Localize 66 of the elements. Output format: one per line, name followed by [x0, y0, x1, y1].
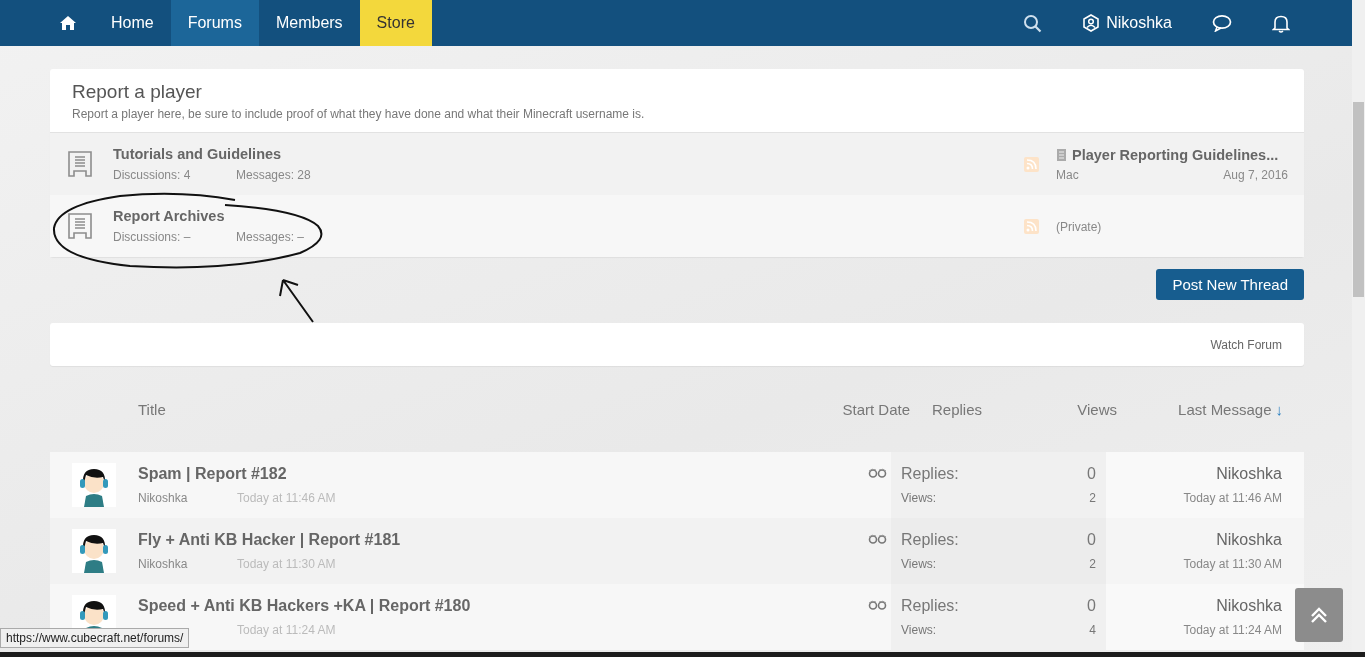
views-label: Views: [901, 557, 937, 571]
thread-author[interactable]: Nikoshka [138, 491, 237, 505]
nav-tab[interactable]: Forums [170, 0, 259, 46]
thread-title-link[interactable]: Fly + Anti KB Hacker | Report #181 [138, 531, 868, 549]
scroll-to-top-button[interactable] [1295, 588, 1343, 642]
forum-description: Report a player here, be sure to include proof of what they have done and what their Minecraft username is. [72, 107, 646, 121]
views-label: Views: [901, 491, 937, 505]
home-icon [59, 15, 77, 31]
view-count: 2 [1089, 557, 1096, 571]
message-count: Messages: – [236, 230, 306, 244]
search-icon[interactable] [1023, 13, 1043, 33]
last-message-author[interactable]: Nikoshka [1216, 597, 1282, 615]
column-header[interactable]: Views [1002, 400, 1117, 418]
views-label: Views: [901, 623, 937, 637]
post-new-thread-button[interactable]: Post New Thread [1156, 269, 1304, 300]
thread-title-link[interactable]: Speed + Anti KB Hackers +KA | Report #180 [138, 597, 868, 615]
sort-arrow[interactable]: ↓ [1275, 400, 1283, 418]
discussion-count: Discussions: 4 [113, 168, 192, 182]
watch-forum-link[interactable]: Watch Forum [1210, 337, 1282, 352]
forum-title: Report a player [72, 81, 203, 103]
thread-start-date: Today at 11:24 AM [237, 623, 336, 637]
glasses-icon[interactable] [868, 468, 887, 478]
subforum-link[interactable]: Report Archives [113, 208, 1024, 224]
document-icon [67, 212, 93, 240]
user-icon [1082, 14, 1101, 32]
last-message-author[interactable]: Nikoshka [1216, 465, 1282, 483]
reply-count: 0 [1087, 597, 1096, 615]
nav-tab[interactable]: Store [359, 0, 432, 46]
column-header[interactable]: Start Date [775, 400, 910, 418]
document-icon [1056, 147, 1067, 162]
discussion-count: Discussions: – [113, 230, 192, 244]
last-post-author[interactable]: Mac [1056, 167, 1079, 182]
avatar-icon[interactable] [72, 529, 116, 573]
last-message-author[interactable]: Nikoshka [1216, 531, 1282, 549]
last-post-date: Aug 7, 2016 [1223, 167, 1288, 182]
last-message-date: Today at 11:46 AM [1183, 491, 1282, 505]
subforum-link[interactable]: Tutorials and Guidelines [113, 146, 1024, 162]
column-header[interactable]: Replies [932, 400, 1002, 418]
private-label: (Private) [1056, 220, 1102, 234]
thread-author[interactable]: Nikoshka [138, 557, 237, 571]
user-menu[interactable]: Nikoshka [1082, 14, 1172, 32]
double-chevron-up-icon [1310, 607, 1328, 623]
chat-icon[interactable] [1212, 14, 1232, 32]
reply-count: 0 [1087, 531, 1096, 549]
view-count: 2 [1089, 491, 1096, 505]
reply-count: 0 [1087, 465, 1096, 483]
glasses-icon[interactable] [868, 534, 887, 544]
thread-start-date: Today at 11:46 AM [237, 491, 336, 505]
replies-label: Replies: [901, 531, 959, 549]
last-message-date: Today at 11:24 AM [1183, 623, 1282, 637]
last-post-link[interactable]: Player Reporting Guidelines... [1072, 146, 1279, 163]
thread-title-link[interactable]: Spam | Report #182 [138, 465, 868, 483]
glasses-icon[interactable] [868, 600, 887, 610]
message-count: Messages: 28 [236, 168, 312, 182]
column-header[interactable]: Title [138, 400, 775, 418]
replies-label: Replies: [901, 597, 959, 615]
replies-label: Replies: [901, 465, 959, 483]
last-message-date: Today at 11:30 AM [1183, 557, 1282, 571]
view-count: 4 [1089, 623, 1096, 637]
column-header[interactable]: Last Message [1178, 400, 1272, 418]
document-icon [67, 150, 93, 178]
notification-bell-icon[interactable] [1272, 13, 1290, 33]
avatar-icon[interactable] [72, 463, 116, 507]
nav-tab[interactable]: Members [258, 0, 360, 46]
nav-tab[interactable]: Home [94, 0, 171, 46]
link-url-tooltip: https://www.cubecraft.net/forums/ [0, 628, 190, 648]
